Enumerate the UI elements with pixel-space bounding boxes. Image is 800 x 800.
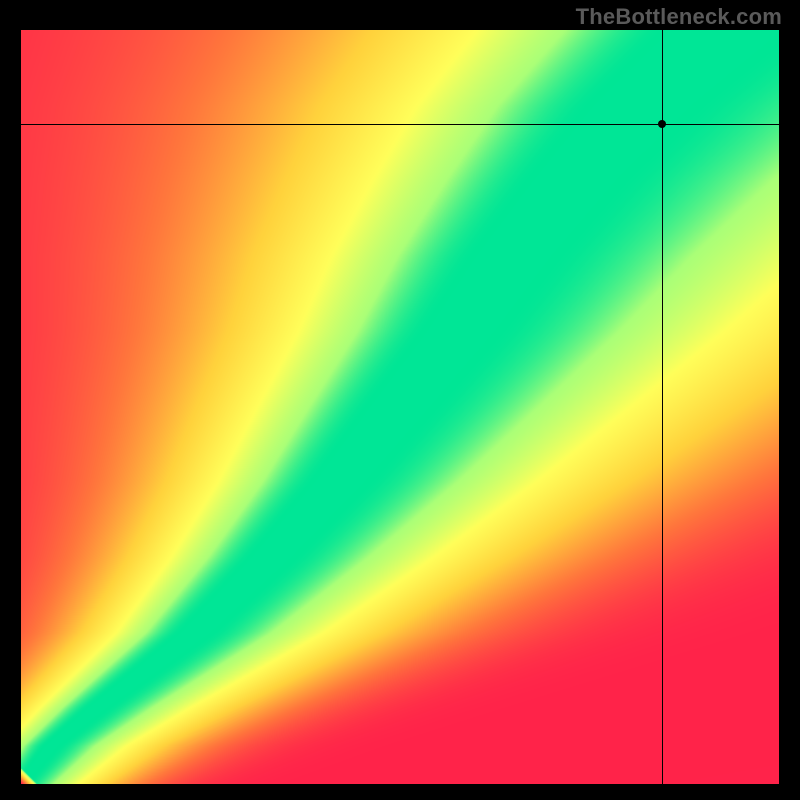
heatmap-plot xyxy=(21,30,779,784)
watermark-text: TheBottleneck.com xyxy=(576,4,782,30)
heatmap-canvas xyxy=(21,30,779,784)
